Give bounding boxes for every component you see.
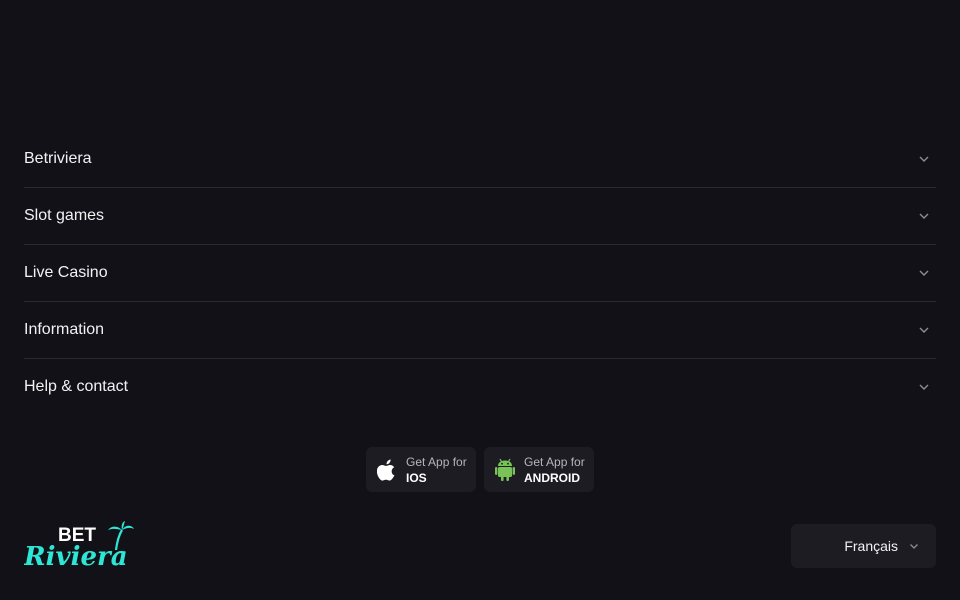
accordion-item-betriviera[interactable]: Betriviera	[24, 131, 936, 188]
apple-icon	[376, 458, 398, 482]
accordion-label: Betriviera	[24, 150, 92, 167]
chevron-down-icon	[918, 381, 930, 393]
accordion-label: Slot games	[24, 207, 105, 224]
accordion-item-slot-games[interactable]: Slot games	[24, 188, 936, 245]
chevron-down-icon	[918, 153, 930, 165]
app-button-text: Get App for IOS	[406, 454, 467, 486]
accordion-label: Live Casino	[24, 264, 108, 281]
language-selector[interactable]: Français	[791, 524, 936, 568]
app-button-caption: Get App for	[406, 454, 467, 469]
app-button-platform: IOS	[406, 470, 427, 485]
accordion-label: Information	[24, 321, 105, 338]
get-android-app-button[interactable]: Get App for ANDROID	[484, 447, 594, 492]
chevron-down-icon	[918, 324, 930, 336]
accordion-item-information[interactable]: Information	[24, 302, 936, 359]
app-button-caption: Get App for	[524, 454, 585, 469]
chevron-down-icon	[918, 210, 930, 222]
accordion-item-live-casino[interactable]: Live Casino	[24, 245, 936, 302]
accordion-item-help-contact[interactable]: Help & contact	[24, 359, 936, 415]
footer-accordion: Betriviera Slot games Live Casino Inform…	[24, 131, 936, 415]
app-button-platform: ANDROID	[524, 470, 580, 485]
app-download-buttons: Get App for IOS Get App for ANDROID	[366, 447, 594, 492]
logo-riviera-text: Riviera	[24, 542, 128, 570]
footer-page: Betriviera Slot games Live Casino Inform…	[0, 0, 960, 600]
get-ios-app-button[interactable]: Get App for IOS	[366, 447, 476, 492]
android-icon	[494, 458, 516, 482]
chevron-down-icon	[918, 267, 930, 279]
language-selected: Français	[844, 538, 898, 554]
betriviera-logo[interactable]: BET Riviera	[23, 520, 134, 572]
accordion-label: Help & contact	[24, 378, 129, 395]
chevron-down-icon	[908, 540, 920, 552]
app-button-text: Get App for ANDROID	[524, 454, 585, 486]
